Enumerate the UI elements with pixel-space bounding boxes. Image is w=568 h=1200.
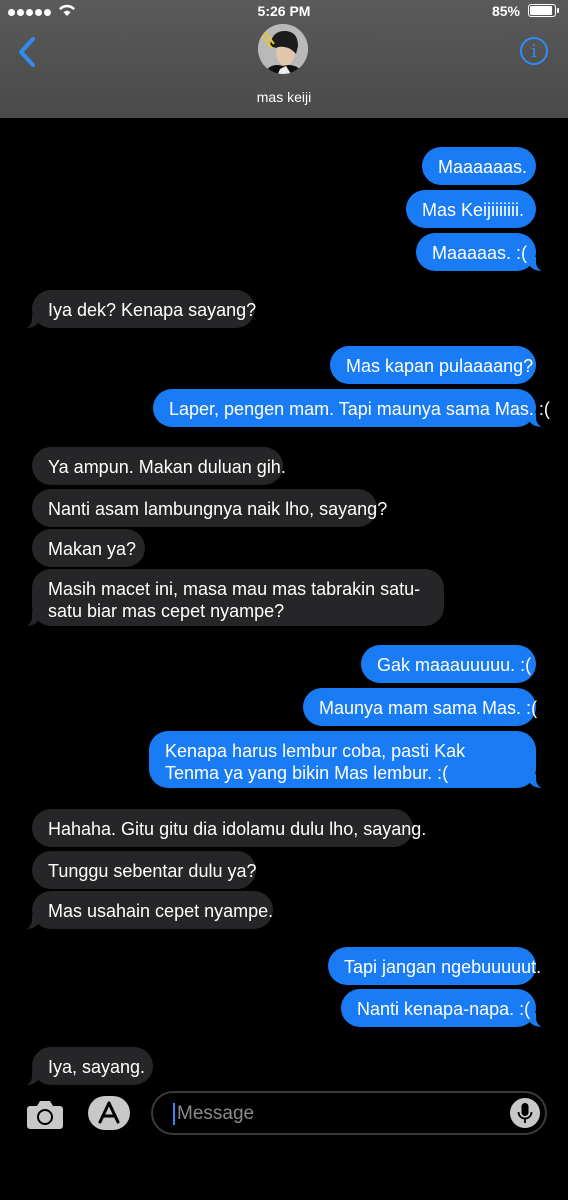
battery-percent: 85% [491, 3, 520, 19]
message-bubble-outgoing[interactable]: Mas Keijiiiiiii. [406, 190, 536, 228]
message-text: Masih macet ini, masa mau mas tabrakin s… [48, 579, 421, 621]
message-bubble-incoming[interactable]: Hahaha. Gitu gitu dia idolamu dulu lho, … [32, 809, 426, 847]
message-bubble-incoming[interactable]: Masih macet ini, masa mau mas tabrakin s… [18, 569, 444, 627]
message-bubble-outgoing[interactable]: Laper, pengen mam. Tapi maunya sama Mas.… [153, 389, 550, 428]
app-store-icon[interactable] [88, 1096, 130, 1130]
message-input[interactable]: Message [151, 1091, 547, 1135]
camera-icon[interactable] [26, 1098, 64, 1130]
message-input-placeholder: Message [177, 1103, 255, 1124]
battery-level-fill [530, 6, 553, 15]
avatar-illustration [258, 24, 308, 74]
message-bubble-incoming[interactable]: Ya ampun. Makan duluan gih. [32, 447, 286, 485]
message-bubble-incoming[interactable]: Tunggu sebentar dulu ya? [32, 851, 257, 889]
message-bubble-incoming[interactable]: Nanti asam lambungnya naik lho, sayang? [32, 489, 387, 527]
text-cursor [173, 1103, 175, 1125]
contact-name[interactable]: mas keiji [0, 89, 568, 105]
message-bubble-incoming[interactable]: Mas usahain cepet nyampe. [18, 891, 274, 930]
battery-icon [528, 4, 559, 17]
message-text: Laper, pengen mam. Tapi maunya sama Mas.… [169, 399, 550, 419]
message-bubble-outgoing[interactable]: Maaaaaas. [422, 147, 536, 185]
message-bubble-outgoing[interactable]: Maaaaas. :( [416, 233, 550, 272]
message-text: Maaaaas. :( [432, 243, 528, 263]
message-text: Nanti kenapa-napa. :( [357, 999, 531, 1019]
chevron-left-icon[interactable] [16, 36, 38, 68]
message-bubble-outgoing[interactable]: Tapi jangan ngebuuuuut. [328, 947, 541, 985]
message-bubble-outgoing[interactable]: Kenapa harus lembur coba, pasti Kak Tenm… [149, 731, 550, 789]
microphone-icon[interactable] [510, 1098, 540, 1128]
message-text: Iya dek? Kenapa sayang? [48, 300, 257, 320]
message-text: Iya, sayang. [48, 1057, 146, 1077]
message-bubble-incoming[interactable]: Makan ya? [32, 529, 145, 567]
message-bubble-incoming[interactable]: Iya dek? Kenapa sayang? [18, 290, 257, 329]
message-bubble-outgoing[interactable]: Gak maaauuuuu. :( [361, 645, 536, 683]
status-bar: 5:26 PM 85% [0, 0, 568, 24]
message-bubble-outgoing[interactable]: Maunya mam sama Mas. :( [303, 688, 537, 726]
message-text: Mas usahain cepet nyampe. [48, 901, 274, 921]
message-text: Kenapa harus lembur coba, pasti Kak Tenm… [165, 741, 466, 783]
app-store-glyph [98, 1101, 120, 1124]
info-icon[interactable]: i [520, 37, 548, 65]
message-bubble-outgoing[interactable]: Mas kapan pulaaaang? [330, 346, 536, 384]
nav-header: 5:26 PM 85% mas keiji i [0, 0, 568, 118]
message-bubble-outgoing[interactable]: Nanti kenapa-napa. :( [341, 989, 550, 1028]
message-bubble-incoming[interactable]: Iya, sayang. [18, 1047, 153, 1086]
contact-avatar[interactable] [258, 24, 308, 74]
microphone-glyph [517, 1103, 533, 1123]
status-time: 5:26 PM [257, 3, 311, 19]
